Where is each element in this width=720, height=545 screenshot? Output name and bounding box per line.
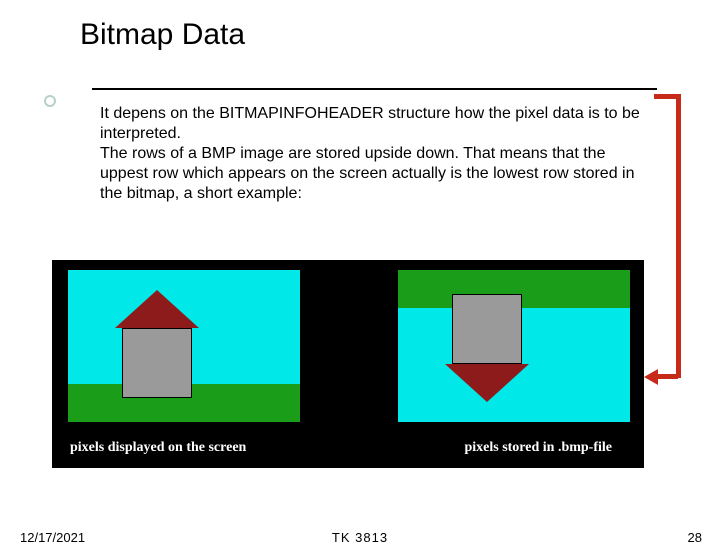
footer-date: 12/17/2021	[20, 530, 85, 545]
footer-course-code: TK 3813	[332, 530, 388, 545]
body-text: It depens on the BITMAPINFOHEADER struct…	[100, 104, 648, 204]
title-underline	[92, 88, 657, 90]
flip-arrow-icon	[654, 94, 686, 390]
house-body-icon	[122, 328, 192, 398]
bitmap-flip-figure: pixels displayed on the screen pixels st…	[52, 260, 644, 468]
caption-bmp: pixels stored in .bmp-file	[464, 440, 612, 456]
bmp-file-panel	[398, 270, 630, 422]
house-roof-icon	[115, 290, 199, 328]
house-roof-inverted-icon	[445, 364, 529, 402]
slide-title-area: Bitmap Data	[80, 18, 245, 52]
footer-page-number: 28	[688, 530, 702, 545]
body-paragraph-1: It depens on the BITMAPINFOHEADER struct…	[100, 105, 640, 142]
body-paragraph-2: The rows of a BMP image are stored upsid…	[100, 145, 635, 202]
slide-title: Bitmap Data	[80, 18, 245, 52]
caption-screen: pixels displayed on the screen	[70, 440, 246, 456]
title-bullet-icon	[44, 95, 56, 107]
house-body-icon	[452, 294, 522, 364]
screen-display-panel	[68, 270, 300, 422]
